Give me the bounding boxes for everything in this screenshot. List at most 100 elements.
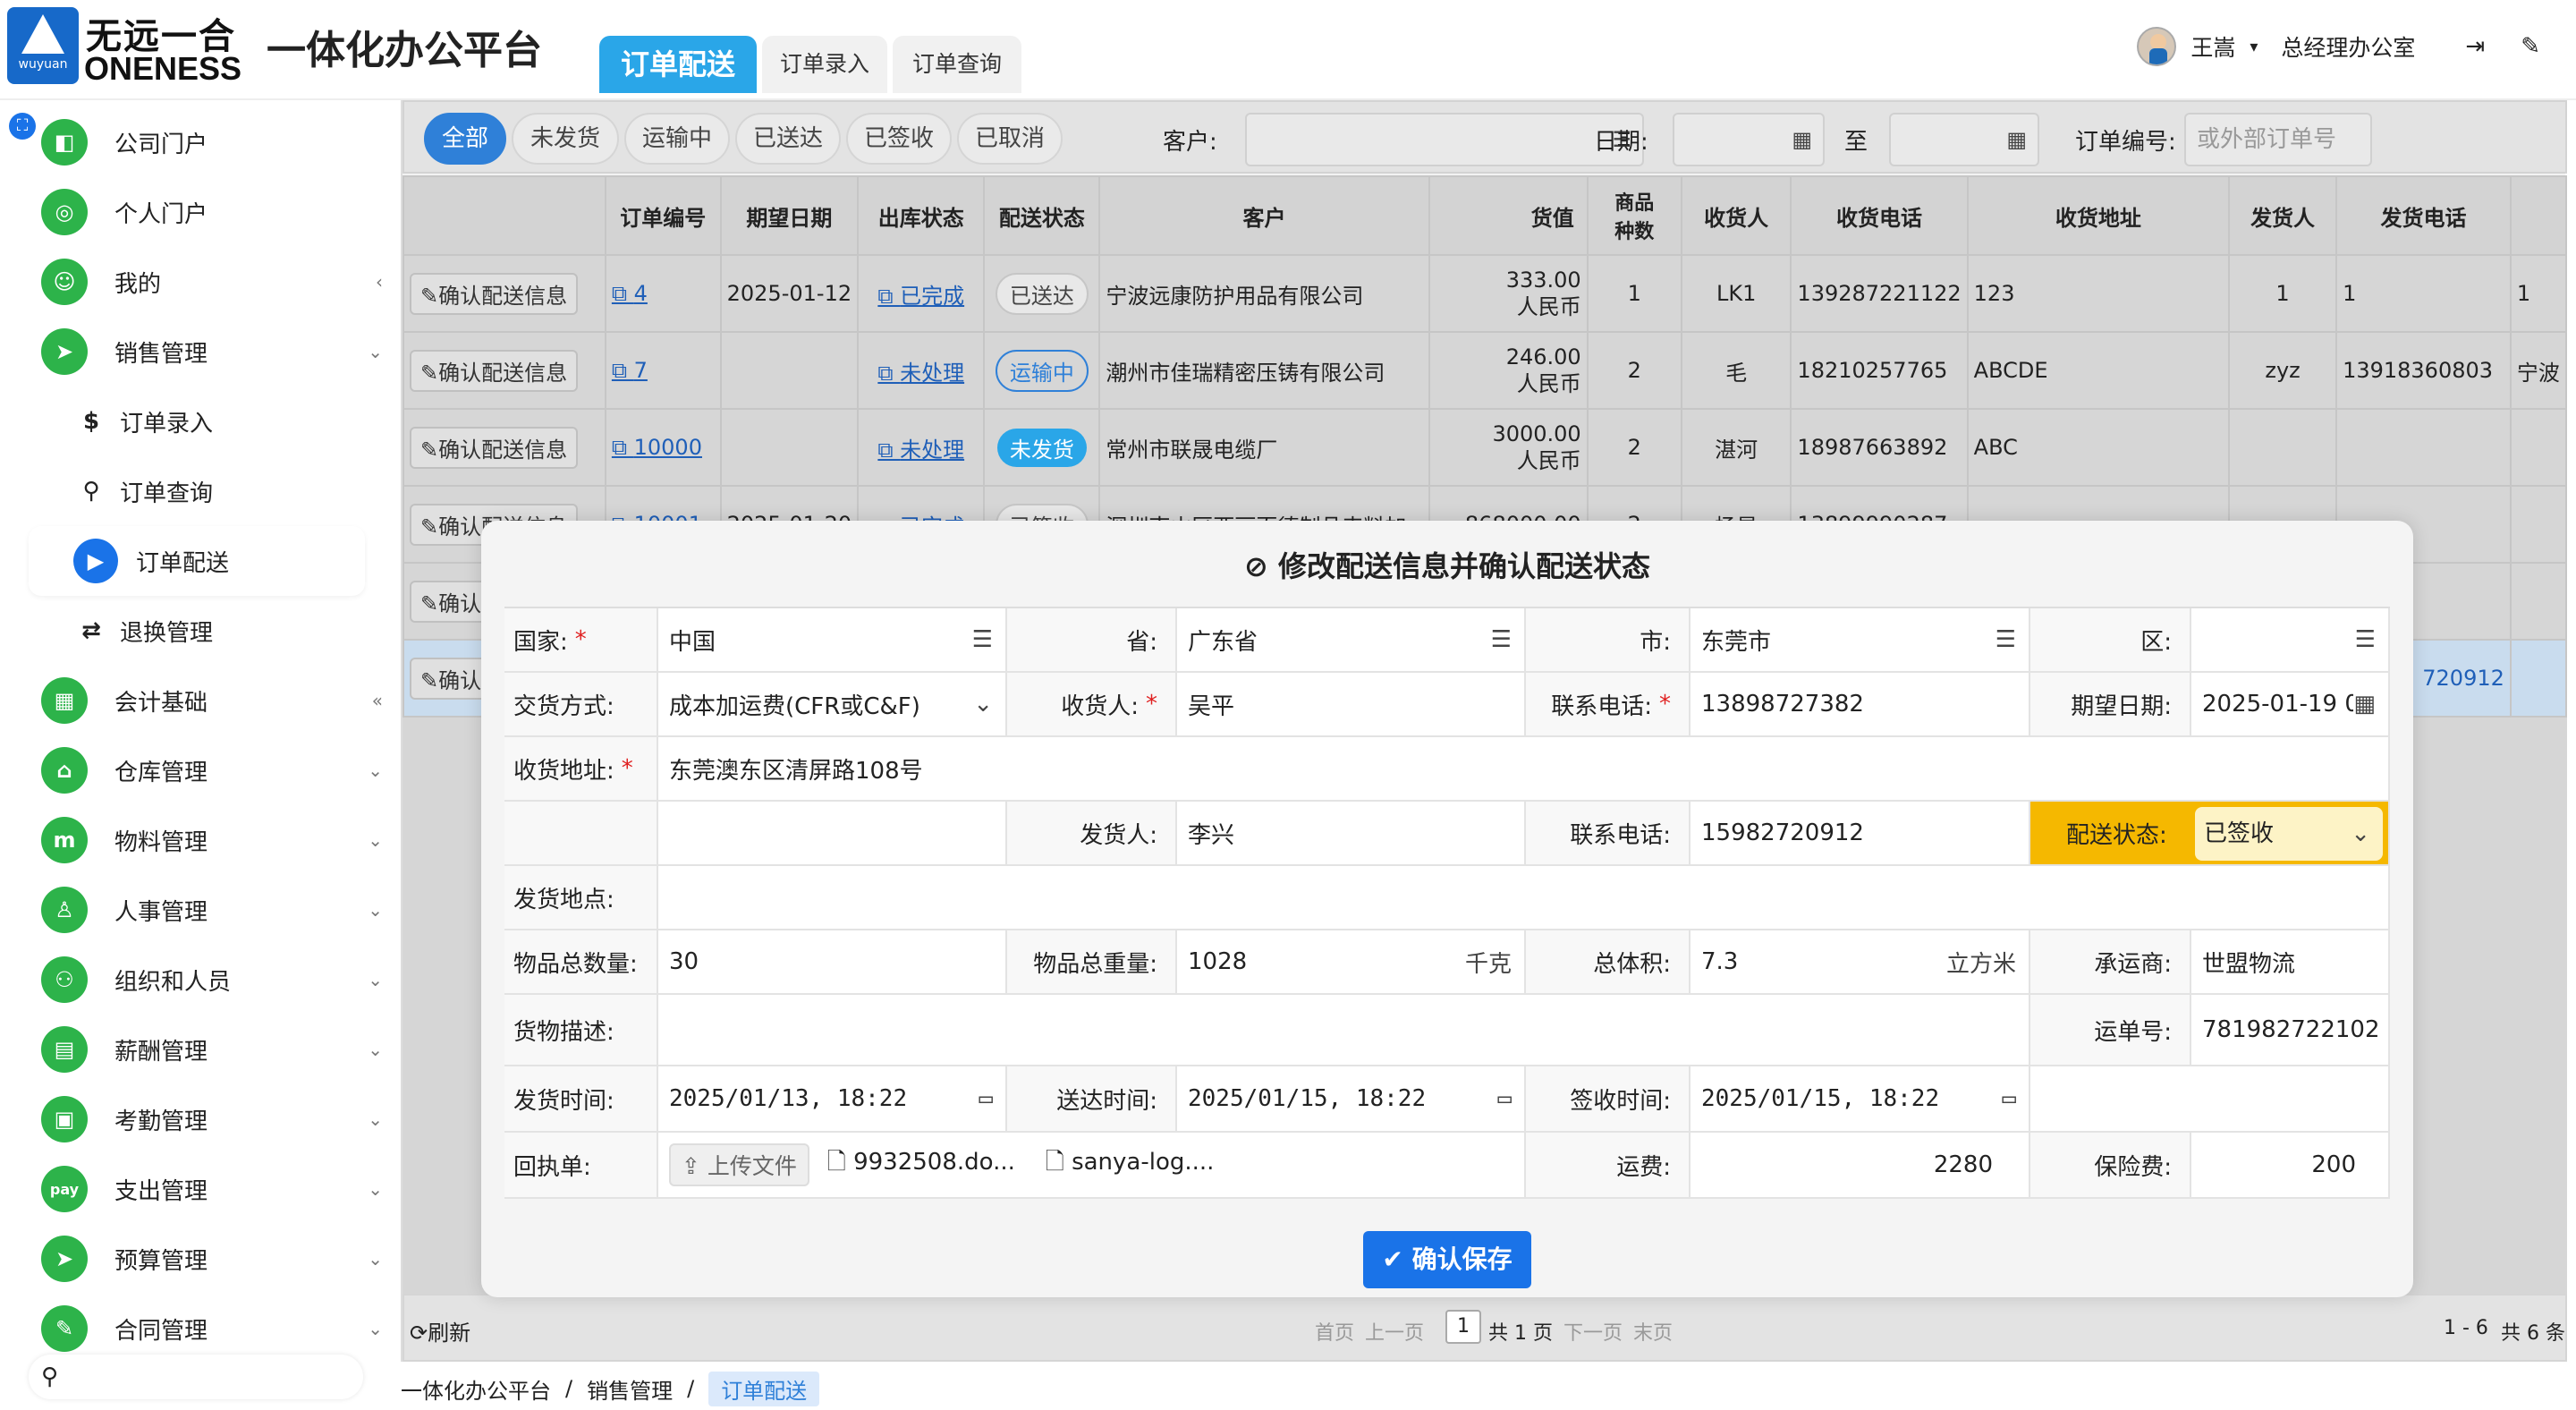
- sender-input[interactable]: 李兴: [1177, 802, 1526, 866]
- sidebar-item-company-portal[interactable]: ◧ 公司门户: [41, 113, 390, 172]
- customer-input[interactable]: ☰: [1245, 113, 1644, 166]
- sidebar-item-order-query[interactable]: ⚲ 订单查询: [73, 462, 369, 521]
- calendar-icon[interactable]: ▦: [2006, 115, 2027, 165]
- order-no-link[interactable]: ⧉ 4: [612, 281, 648, 306]
- col-header[interactable]: 商品 种数: [1586, 175, 1682, 256]
- sidebar-item-budget[interactable]: ➤ 预算管理 ⌄: [41, 1229, 390, 1288]
- sidebar-item-material[interactable]: m 物料管理 ⌄: [41, 811, 390, 870]
- sidebar-item-salary[interactable]: ▤ 薪酬管理 ⌄: [41, 1020, 390, 1079]
- prev-page-button[interactable]: 上一页: [1365, 1317, 1424, 1346]
- logout-icon[interactable]: ⇥: [2465, 33, 2485, 60]
- out-status-cell[interactable]: ⧉ 未处理: [857, 408, 986, 487]
- calendar-icon[interactable]: ▦: [1792, 115, 1812, 165]
- calendar-icon[interactable]: ▭: [1497, 1085, 1512, 1112]
- ship-time-input[interactable]: 2025/01/13, 18:22 ▭: [658, 1066, 1007, 1133]
- district-field[interactable]: ☰: [2191, 608, 2390, 673]
- file-item[interactable]: 🗋 sanya-log....: [1046, 1145, 1215, 1185]
- order-no-link[interactable]: ⧉ 10000: [612, 435, 702, 460]
- order-no-cell[interactable]: ⧉ 4: [604, 254, 722, 333]
- first-page-button[interactable]: 首页: [1315, 1317, 1354, 1346]
- ship-place-input[interactable]: [658, 866, 2390, 930]
- sender-phone-input[interactable]: 15982720912: [1690, 802, 2030, 866]
- sidebar-item-order-delivery[interactable]: ▶ 订单配送: [29, 526, 365, 596]
- status-select[interactable]: 已签收 ⌄: [2195, 807, 2383, 861]
- sidebar-item-accounting[interactable]: ▦ 会计基础 «: [41, 671, 390, 730]
- calendar-icon[interactable]: ▭: [979, 1085, 993, 1112]
- save-button[interactable]: ✔ 确认保存: [1363, 1231, 1531, 1288]
- order-no-input[interactable]: 或外部订单号: [2184, 113, 2372, 166]
- sidebar-item-order-entry[interactable]: $ 订单录入: [73, 392, 369, 451]
- sidebar-item-hr[interactable]: ♙ 人事管理 ⌄: [41, 880, 390, 939]
- country-field[interactable]: 中国 ☰: [658, 608, 1007, 673]
- status-tab-unshipped[interactable]: 未发货: [512, 113, 619, 165]
- receiver-input[interactable]: 吴平: [1177, 673, 1526, 737]
- col-header[interactable]: 收货人: [1680, 175, 1792, 256]
- out-status-link[interactable]: ⧉ 未处理: [877, 437, 964, 463]
- out-status-cell[interactable]: ⧉ 未处理: [857, 331, 986, 410]
- phone-input[interactable]: 13898727382: [1690, 673, 2030, 737]
- sidebar-item-mine[interactable]: ☺ 我的 ‹: [41, 252, 390, 311]
- col-header[interactable]: 客户: [1098, 175, 1430, 256]
- action-cell[interactable]: ✎确认配送信息: [402, 331, 606, 410]
- arrive-time-input[interactable]: 2025/01/15, 18:22 ▭: [1177, 1066, 1526, 1133]
- col-header[interactable]: 期望日期: [719, 175, 860, 256]
- sidebar-item-org[interactable]: ⚇ 组织和人员 ⌄: [41, 950, 390, 1009]
- qty-input[interactable]: 30: [658, 930, 1007, 995]
- confirm-delivery-button[interactable]: ✎确认配送信息: [410, 426, 579, 469]
- order-no-cell[interactable]: ⧉ 7: [604, 331, 722, 410]
- desc-input[interactable]: [658, 995, 2030, 1066]
- brand-logo[interactable]: wuyuan 无远一合 ONENESS: [7, 7, 242, 87]
- tab-order-entry[interactable]: 订单录入: [762, 36, 887, 93]
- sign-time-input[interactable]: 2025/01/15, 18:22 ▭: [1690, 1066, 2030, 1133]
- expect-date-input[interactable]: 2025-01-19 00 ▦: [2191, 673, 2390, 737]
- confirm-delivery-button[interactable]: ✎确认配送信息: [410, 272, 579, 315]
- breadcrumb-item[interactable]: 销售管理: [587, 1373, 673, 1405]
- col-header[interactable]: 收货电话: [1790, 175, 1969, 256]
- delivery-select[interactable]: 成本加运费(CFR或C&F) ⌄: [658, 673, 1007, 737]
- province-field[interactable]: 广东省 ☰: [1177, 608, 1526, 673]
- sidebar-item-expense[interactable]: pay 支出管理 ⌄: [41, 1159, 390, 1219]
- next-page-button[interactable]: 下一页: [1563, 1317, 1623, 1346]
- tab-order-query[interactable]: 订单查询: [893, 36, 1021, 93]
- date-to-input[interactable]: ▦: [1889, 113, 2039, 166]
- calendar-icon[interactable]: ▦: [2353, 691, 2376, 718]
- table-row[interactable]: ✎确认配送信息 ⧉ 10000 ⧉ 未处理 未发货 常州市联晟电缆厂 3000.00 人民币…: [402, 408, 2568, 487]
- fullscreen-icon[interactable]: ⛶: [9, 113, 36, 140]
- breadcrumb-item[interactable]: 一体化办公平台: [401, 1373, 551, 1405]
- date-from-input[interactable]: ▦: [1673, 113, 1825, 166]
- list-icon[interactable]: ☰: [1491, 626, 1512, 653]
- file-item[interactable]: 🗋 9932508.do...: [827, 1145, 1015, 1185]
- table-row[interactable]: ✎确认配送信息 ⧉ 4 2025-01-12 ⧉ 已完成 已送达 宁波远康防护用品有限公司…: [402, 254, 2568, 333]
- insurance-input[interactable]: 200: [2191, 1133, 2390, 1199]
- col-header[interactable]: 订单编号: [604, 175, 722, 256]
- list-icon[interactable]: ☰: [1996, 626, 2016, 653]
- collapse-sidebar-icon[interactable]: «: [372, 690, 383, 711]
- col-header[interactable]: 货值: [1428, 175, 1589, 256]
- city-field[interactable]: 东莞市 ☰: [1690, 608, 2030, 673]
- chevron-down-icon[interactable]: ▾: [2250, 38, 2258, 56]
- sidebar-item-attendance[interactable]: ▣ 考勤管理 ⌄: [41, 1090, 390, 1149]
- order-no-cell[interactable]: ⧉ 10000: [604, 408, 722, 487]
- freight-input[interactable]: 2280: [1690, 1133, 2030, 1199]
- address-input[interactable]: 东莞澳东区清屏路108号: [658, 737, 2390, 802]
- col-header[interactable]: 出库状态: [857, 175, 986, 256]
- status-tab-delivered[interactable]: 已送达: [735, 113, 841, 165]
- status-tab-in-transit[interactable]: 运输中: [624, 113, 730, 165]
- sidebar-item-sales[interactable]: ➤ 销售管理 ⌄: [41, 322, 390, 381]
- status-tab-cancelled[interactable]: 已取消: [957, 113, 1063, 165]
- col-header[interactable]: 发货人: [2228, 175, 2338, 256]
- col-header[interactable]: 收货地址: [1966, 175, 2231, 256]
- waybill-input[interactable]: 781982722102: [2191, 995, 2390, 1066]
- page-input[interactable]: 1: [1445, 1310, 1481, 1344]
- list-icon[interactable]: ☰: [2355, 626, 2376, 653]
- sidebar-item-contract[interactable]: ✎ 合同管理 ⌄: [41, 1299, 390, 1358]
- order-no-link[interactable]: ⧉ 7: [612, 358, 648, 383]
- weight-input[interactable]: 1028 千克: [1177, 930, 1526, 995]
- user-name[interactable]: 王嵩: [2190, 30, 2235, 63]
- status-tab-all[interactable]: 全部: [424, 113, 506, 165]
- upload-button[interactable]: ⇪ 上传文件: [669, 1143, 809, 1186]
- action-cell[interactable]: ✎确认配送信息: [402, 408, 606, 487]
- table-row[interactable]: ✎确认配送信息 ⧉ 7 ⧉ 未处理 运输中 潮州市佳瑞精密压铸有限公司 246.00 人民币…: [402, 331, 2568, 410]
- out-status-cell[interactable]: ⧉ 已完成: [857, 254, 986, 333]
- brush-icon[interactable]: ✎: [2521, 33, 2540, 60]
